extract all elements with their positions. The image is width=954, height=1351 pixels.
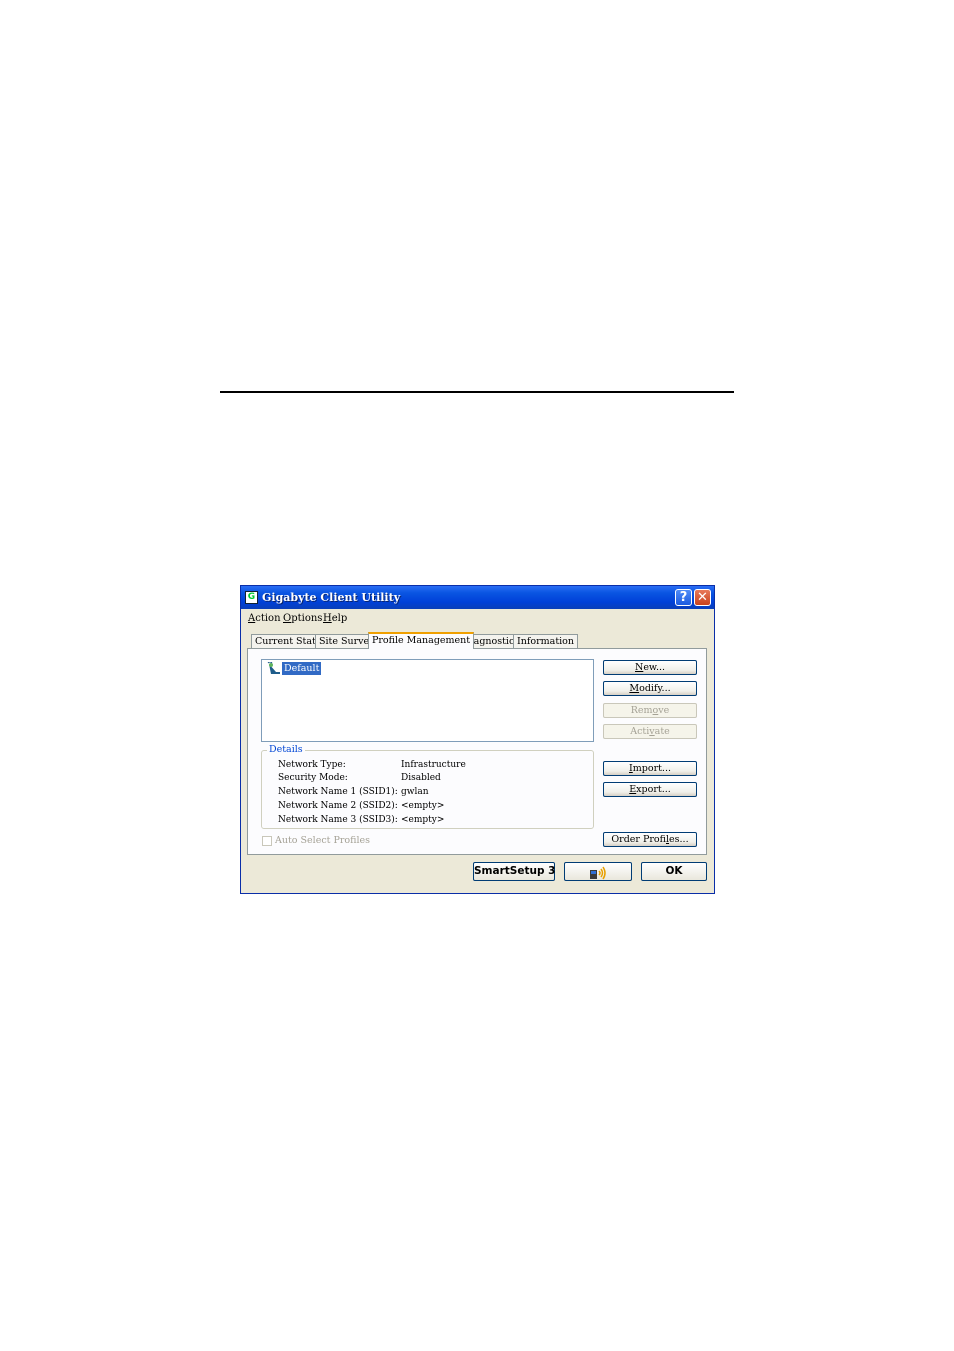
order-profiles-button[interactable]: Order Profiles... [603,832,697,847]
profile-item-default[interactable]: Default [282,662,322,675]
profile-management-panel: Default New... Modify... Remove Activate… [247,648,707,855]
details-group: Details Network Type: Infrastructure Sec… [261,744,594,829]
activate-button[interactable]: Activate [603,724,697,739]
page-divider-rule [220,391,734,393]
window-title: Gigabyte Client Utility [262,591,401,604]
profile-list[interactable]: Default [261,659,594,742]
detail-label-ssid3: Network Name 3 (SSID3): [278,815,398,825]
menu-action[interactable]: Action [248,613,281,624]
ok-button[interactable]: OK [641,862,707,881]
detail-value-ssid1: gwlan [401,787,429,797]
export-button[interactable]: Export... [603,782,697,797]
detail-label-ssid1: Network Name 1 (SSID1): [278,787,398,797]
detail-value-network-type: Infrastructure [401,760,466,770]
app-icon: G [245,591,258,604]
wireless-card-icon [590,866,606,880]
tab-information[interactable]: Information [513,634,579,648]
detail-label-security-mode: Security Mode: [278,773,348,783]
auto-select-label: Auto Select Profiles [275,835,371,846]
modify-button[interactable]: Modify... [603,681,697,696]
detail-label-ssid2: Network Name 2 (SSID2): [278,801,398,811]
import-button[interactable]: Import... [603,761,697,776]
menu-help[interactable]: Help [323,613,347,624]
details-legend: Details [267,744,305,756]
client-utility-window: G Gigabyte Client Utility ? ✕ Action Opt… [240,585,715,894]
menu-bar: Action Options Help [241,609,714,627]
menu-options[interactable]: Options [283,613,322,624]
smartsetup-button[interactable]: SmartSetup 3 [473,862,555,881]
detail-value-ssid2: <empty> [401,801,445,811]
profile-icon [267,662,280,674]
title-bar[interactable]: G Gigabyte Client Utility ? ✕ [241,586,714,609]
remove-button[interactable]: Remove [603,703,697,718]
wireless-card-button[interactable] [564,862,632,881]
tab-profile-management[interactable]: Profile Management [368,632,475,649]
new-button[interactable]: New... [603,660,697,675]
close-button[interactable]: ✕ [694,589,711,606]
auto-select-checkbox[interactable] [262,836,272,846]
help-button[interactable]: ? [675,589,692,606]
detail-label-network-type: Network Type: [278,760,346,770]
detail-value-security-mode: Disabled [401,773,441,783]
detail-value-ssid3: <empty> [401,815,445,825]
